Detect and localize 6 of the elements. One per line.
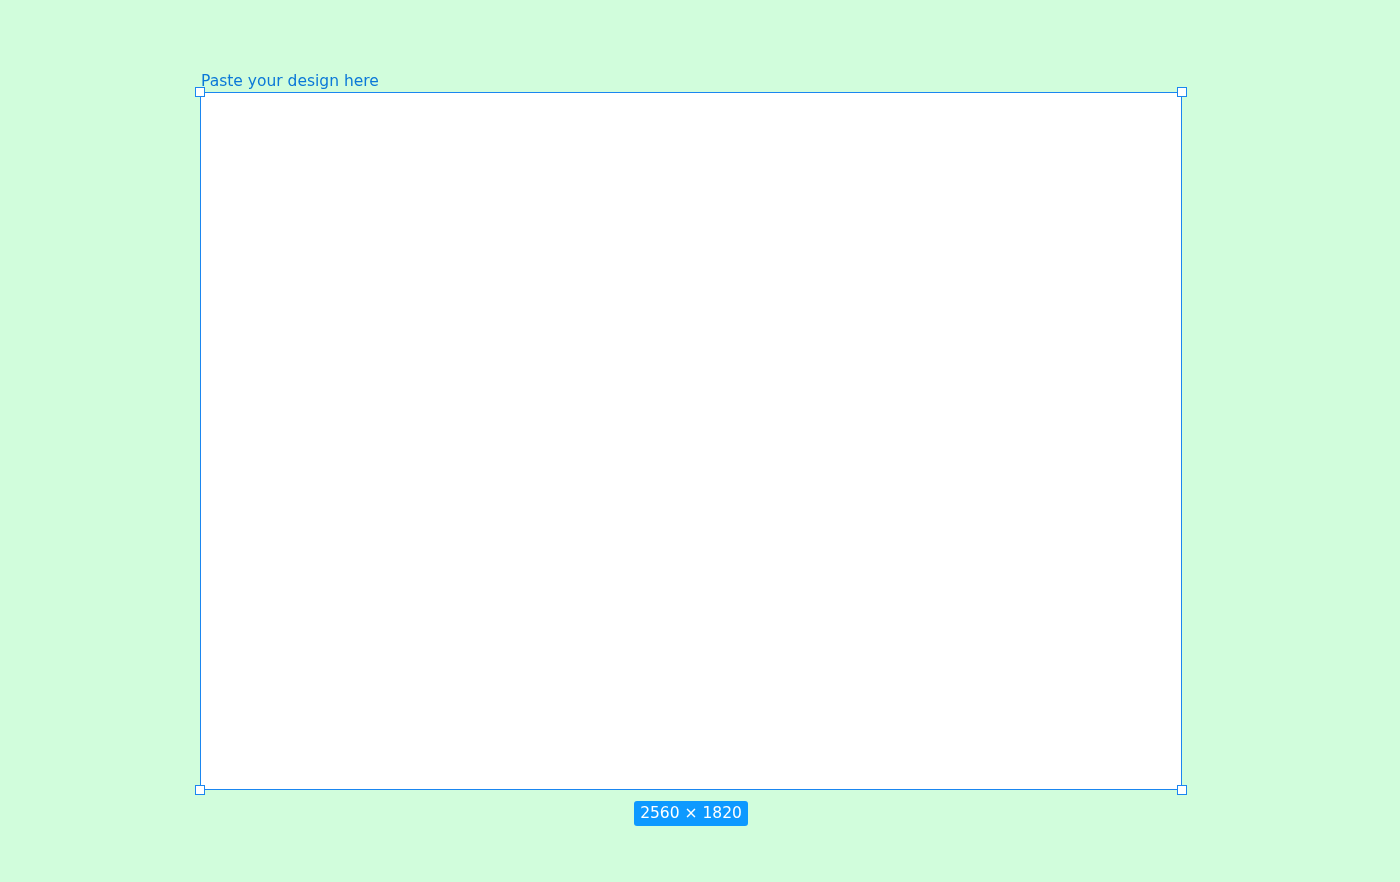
resize-handle[interactable]	[195, 87, 205, 97]
resize-handle[interactable]	[195, 785, 205, 795]
resize-handle[interactable]	[1177, 785, 1187, 795]
size-badge: 2560 × 1820	[634, 801, 748, 826]
resize-handle[interactable]	[1177, 87, 1187, 97]
frame-label[interactable]: Paste your design here	[200, 71, 379, 91]
